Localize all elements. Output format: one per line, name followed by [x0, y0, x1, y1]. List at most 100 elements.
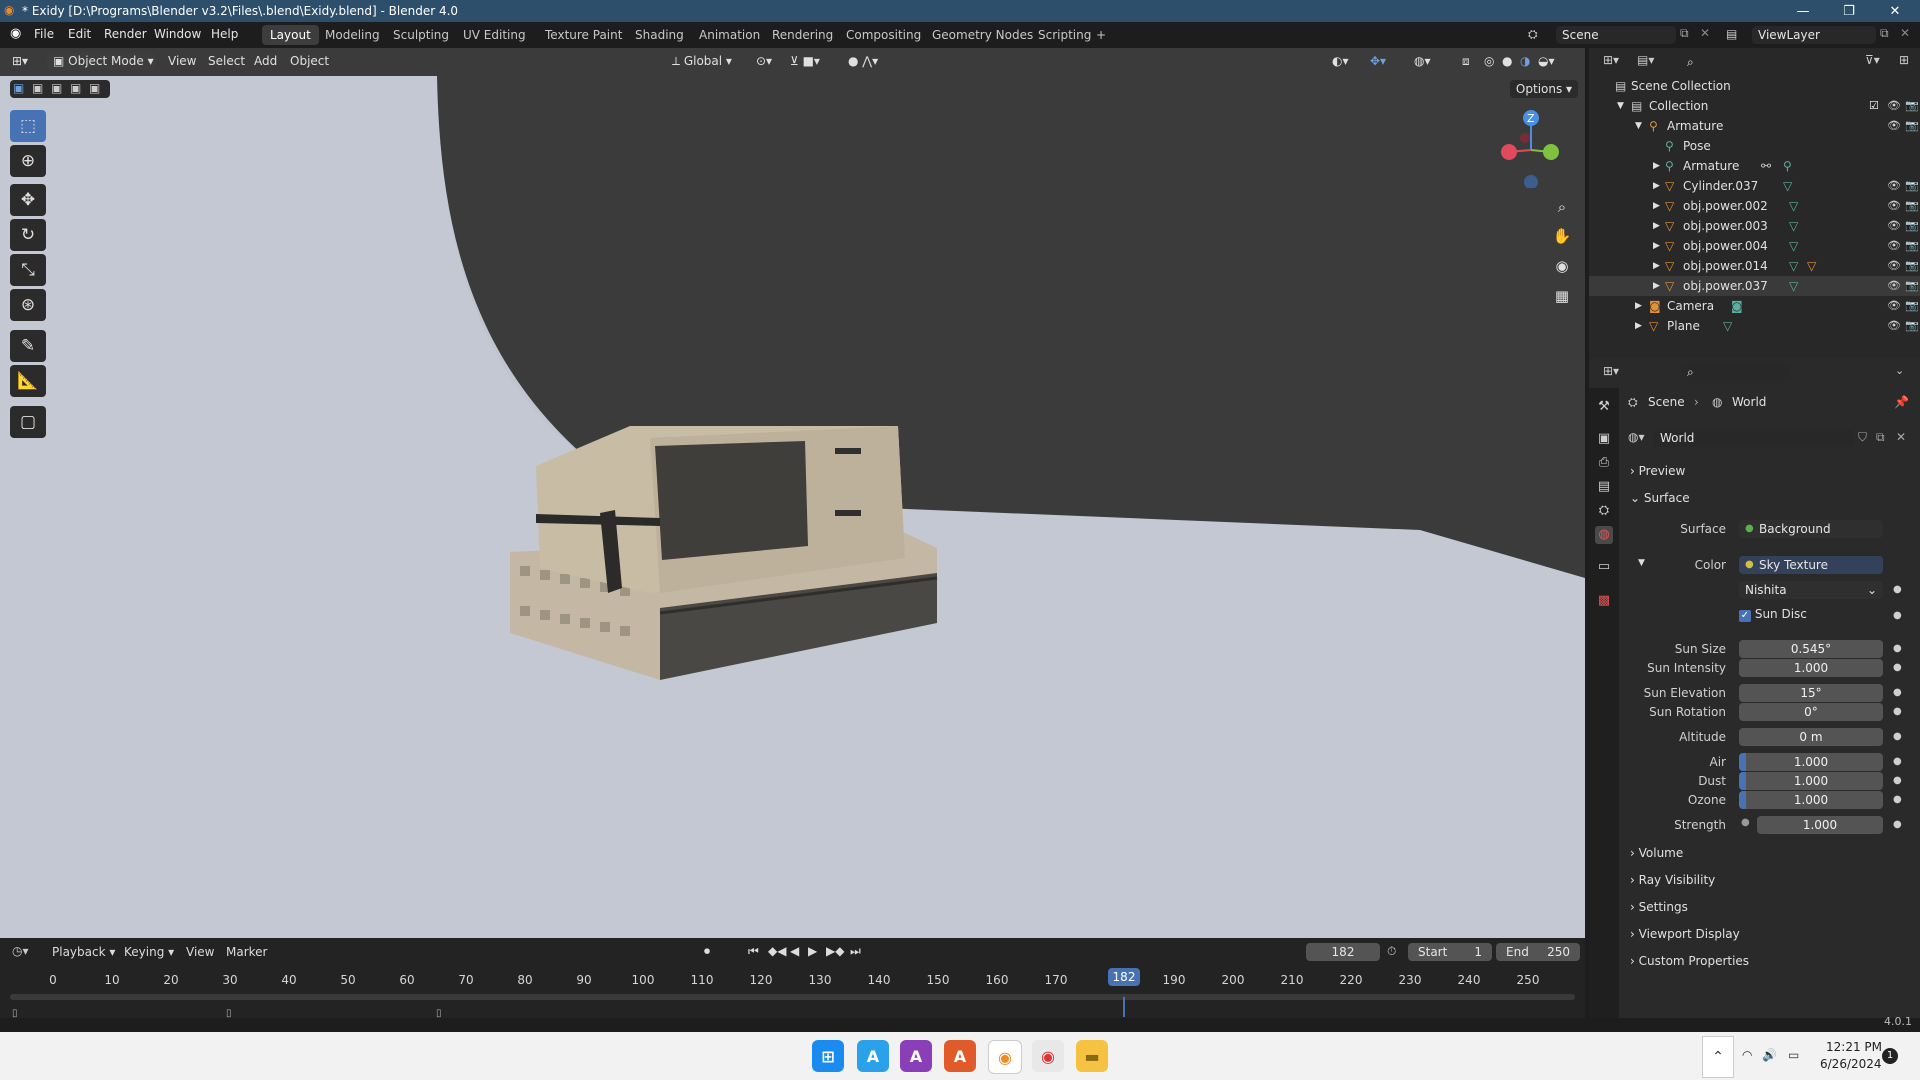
expand-arrow-icon[interactable]: ▶	[1635, 316, 1642, 336]
field-value-slider[interactable]: 15°	[1739, 684, 1883, 702]
scene-tab-icon[interactable]: ⛭	[1595, 502, 1613, 520]
notification-badge[interactable]: 1	[1882, 1048, 1898, 1064]
outliner-item-armature[interactable]: ▼ ⚲ Armature 👁 📷	[1589, 116, 1920, 136]
jump-start-icon[interactable]: ⏮	[748, 944, 759, 959]
timeline-menu-keying[interactable]: Keying ▾	[124, 945, 174, 959]
select-subtract-icon[interactable]: ▣	[51, 81, 62, 95]
field-value-slider[interactable]: 0.545°	[1739, 640, 1883, 658]
rotate-tool-icon[interactable]: ↻	[10, 219, 46, 251]
viewport-menu-add[interactable]: Add	[254, 52, 277, 70]
object-mode-dropdown[interactable]: ▣ Object Mode ▾	[47, 52, 155, 70]
keyframe-dot-icon[interactable]: ●	[1893, 794, 1902, 805]
playhead-frame-badge[interactable]: 182	[1108, 968, 1140, 986]
select-extend-icon[interactable]: ▣	[32, 81, 43, 95]
close-button[interactable]: ✕	[1872, 0, 1918, 22]
panel-surface[interactable]: ⌄ Surface	[1630, 487, 1910, 509]
tool-tab-icon[interactable]: ⚒	[1595, 398, 1613, 416]
wifi-icon[interactable]: ◠	[1742, 1048, 1752, 1062]
menu-file[interactable]: File	[34, 27, 54, 41]
outliner-item-pose[interactable]: ⚲ Pose	[1589, 136, 1920, 156]
axis-gizmo[interactable]: Z	[1495, 108, 1565, 188]
expand-arrow-icon[interactable]: ▶	[1653, 156, 1660, 176]
texture-tab-icon[interactable]: ▩	[1595, 592, 1613, 610]
outliner-scene-collection[interactable]: ▤ Scene Collection	[1589, 76, 1920, 96]
tab-animation[interactable]: Animation	[691, 25, 768, 45]
sun-disc-checkbox[interactable]: ✓ Sun Disc	[1739, 607, 1807, 623]
viewport-menu-object[interactable]: Object	[290, 52, 329, 70]
keyframe-dot-icon[interactable]: ●	[1893, 687, 1902, 698]
eye-icon[interactable]: 👁	[1887, 96, 1901, 116]
outliner-editor-icon[interactable]: ⊞▾	[1603, 53, 1619, 67]
outliner-search-input[interactable]: ⌕	[1681, 53, 1781, 71]
tab-sculpting[interactable]: Sculpting	[385, 25, 457, 45]
camera-render-icon[interactable]: 📷	[1905, 176, 1919, 196]
outliner-item-power-003[interactable]: ▶ ▽ obj.power.003 ▽ 👁 📷	[1589, 216, 1920, 236]
affinity-publisher-icon[interactable]: A	[944, 1040, 976, 1072]
tab-layout[interactable]: Layout	[262, 25, 319, 45]
scene-field[interactable]: Scene	[1556, 26, 1676, 44]
camera-render-icon[interactable]: 📷	[1905, 296, 1919, 316]
eye-icon[interactable]: 👁	[1887, 116, 1901, 136]
viewlayer-copy-icon[interactable]: ⧉	[1880, 26, 1889, 41]
panel-ray-visibility[interactable]: › Ray Visibility	[1630, 869, 1910, 891]
expand-arrow-icon[interactable]: ▶	[1653, 256, 1660, 276]
pivot-icon[interactable]: ⊙▾	[756, 52, 772, 70]
camera-render-icon[interactable]: 📷	[1905, 256, 1919, 276]
expand-arrow-icon[interactable]: ▶	[1653, 216, 1660, 236]
maximize-button[interactable]: ❐	[1826, 0, 1872, 22]
camera-render-icon[interactable]: 📷	[1905, 196, 1919, 216]
menu-edit[interactable]: Edit	[68, 27, 91, 41]
shading-material-icon[interactable]: ◑	[1520, 52, 1530, 70]
expand-arrow-icon[interactable]: ▼	[1617, 96, 1624, 116]
annotate-tool-icon[interactable]: ✎	[10, 330, 46, 362]
move-tool-icon[interactable]: ✥	[10, 184, 46, 216]
expand-arrow-icon[interactable]: ▶	[1653, 236, 1660, 256]
keyframe-dot-icon[interactable]: ●	[1893, 731, 1902, 742]
outliner-item-camera[interactable]: ▶ ◙ Camera ◙ 👁 📷	[1589, 296, 1920, 316]
field-value-slider[interactable]: 1.000	[1739, 753, 1883, 771]
battery-icon[interactable]: ▭	[1788, 1048, 1799, 1062]
current-frame-field[interactable]: 182	[1306, 943, 1380, 961]
add-workspace-button[interactable]: +	[1088, 25, 1114, 45]
timeline-menu-marker[interactable]: Marker	[226, 945, 267, 959]
eye-icon[interactable]: 👁	[1887, 216, 1901, 236]
viewport-menu-view[interactable]: View	[168, 52, 196, 70]
tab-geometry-nodes[interactable]: Geometry Nodes	[924, 25, 1041, 45]
outliner-item-cylinder[interactable]: ▶ ▽ Cylinder.037 ▽ 👁 📷	[1589, 176, 1920, 196]
shading-wireframe-icon[interactable]: ◎	[1484, 52, 1494, 70]
field-value-slider[interactable]: 1.000	[1757, 816, 1883, 834]
camera-render-icon[interactable]: 📷	[1905, 96, 1919, 116]
view-layer-tab-icon[interactable]: ▤	[1595, 478, 1613, 496]
eye-icon[interactable]: 👁	[1887, 236, 1901, 256]
tab-rendering[interactable]: Rendering	[764, 25, 841, 45]
add-cube-tool-icon[interactable]: ▢	[10, 406, 46, 438]
stopwatch-icon[interactable]: ⏱	[1387, 944, 1396, 959]
shading-rendered-icon[interactable]: ◒▾	[1538, 52, 1555, 70]
clock-date[interactable]: 6/26/2024	[1820, 1057, 1882, 1071]
keyframe-dot-icon[interactable]: ●	[1893, 756, 1902, 767]
next-keyframe-icon[interactable]: ▶◆	[826, 944, 844, 958]
select-intersect-icon[interactable]: ▣	[89, 81, 100, 95]
keyframe-dot-icon[interactable]: ●	[1893, 643, 1902, 654]
field-value-slider[interactable]: 0 m	[1739, 728, 1883, 746]
editor-type-icon[interactable]: ⊞▾	[12, 52, 40, 70]
eye-icon[interactable]: 👁	[1887, 176, 1901, 196]
outliner-item-armature-data[interactable]: ▶ ⚲ Armature ⚯ ⚲	[1589, 156, 1920, 176]
properties-editor-icon[interactable]: ⊞▾	[1603, 364, 1619, 378]
eye-icon[interactable]: 👁	[1887, 256, 1901, 276]
3d-viewport[interactable]	[0, 48, 1585, 938]
prev-keyframe-icon[interactable]: ◆◀	[768, 944, 786, 958]
scene-remove-icon[interactable]: ✕	[1700, 26, 1710, 40]
windows-start-icon[interactable]: ⊞	[812, 1040, 844, 1072]
scene-icon[interactable]: ⛭	[1528, 27, 1538, 42]
menu-render[interactable]: Render	[104, 27, 147, 41]
start-frame-field[interactable]: Start 1	[1408, 943, 1492, 961]
proportional-edit-icon[interactable]: ● ⋀▾	[848, 52, 878, 70]
scene-copy-icon[interactable]: ⧉	[1680, 26, 1689, 41]
transform-tool-icon[interactable]: ⊛	[10, 289, 46, 321]
outliner-item-power-004[interactable]: ▶ ▽ obj.power.004 ▽ 👁 📷	[1589, 236, 1920, 256]
chevron-down-icon[interactable]: ⌄	[1895, 364, 1904, 377]
properties-search-input[interactable]: ⌕	[1681, 363, 1791, 381]
expand-arrow-icon[interactable]: ▼	[1635, 116, 1642, 136]
unlink-icon[interactable]: ✕	[1896, 430, 1906, 444]
